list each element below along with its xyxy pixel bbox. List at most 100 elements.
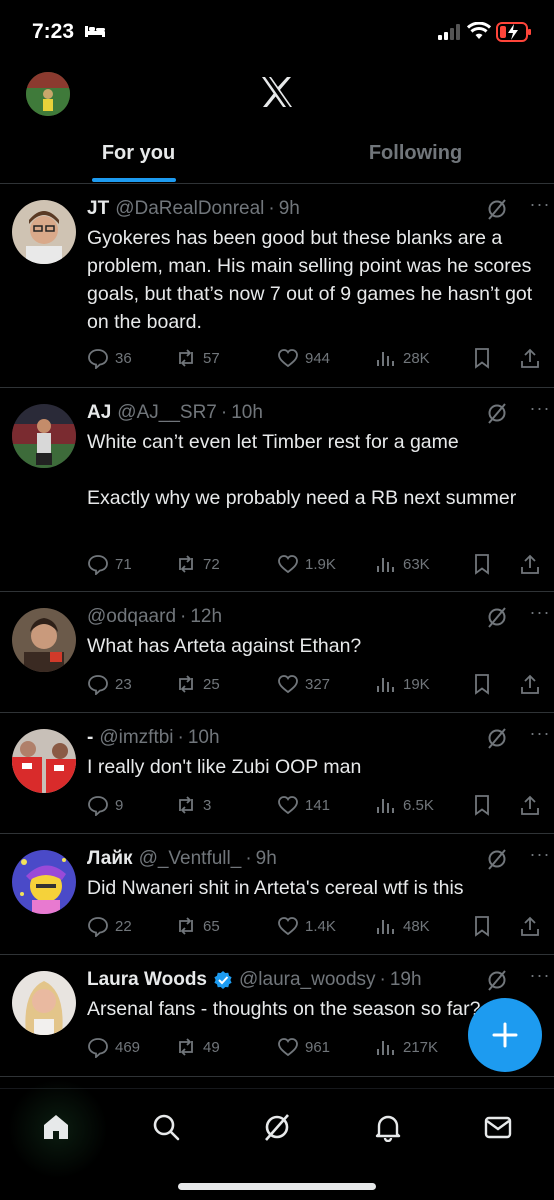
tweet-author-handle[interactable]: @AJ__SR7 bbox=[117, 402, 217, 424]
battery-charging-icon bbox=[496, 22, 531, 42]
views-button[interactable]: 28K bbox=[375, 344, 430, 372]
share-button[interactable] bbox=[519, 344, 541, 372]
tweet-time[interactable]: 10h bbox=[231, 402, 263, 424]
tweet-avatar[interactable] bbox=[12, 608, 76, 672]
tweet-avatar[interactable] bbox=[12, 404, 76, 468]
views-button[interactable]: 6.5K bbox=[375, 791, 434, 819]
tweet-author-handle[interactable]: @laura_woodsy bbox=[239, 969, 376, 991]
tweet-author-name[interactable]: AJ bbox=[87, 402, 111, 424]
tweet-author-handle[interactable]: @imzftbi bbox=[99, 727, 173, 749]
compose-post-button[interactable] bbox=[468, 998, 542, 1072]
tweet[interactable]: Laura Woods @laura_woodsy · 19h Arsenal … bbox=[0, 955, 554, 1077]
grok-icon[interactable] bbox=[486, 402, 508, 424]
tweet-avatar[interactable] bbox=[12, 971, 76, 1035]
separator-dot: · bbox=[177, 727, 184, 748]
tab-for-you[interactable]: For you bbox=[0, 128, 277, 184]
views-button[interactable]: 63K bbox=[375, 550, 430, 578]
nav-home[interactable] bbox=[36, 1107, 76, 1147]
views-button[interactable]: 217K bbox=[375, 1033, 438, 1061]
like-button[interactable]: 961 bbox=[277, 1033, 330, 1061]
tweet-author-name[interactable]: - bbox=[87, 727, 93, 749]
grok-icon[interactable] bbox=[486, 198, 508, 220]
nav-messages[interactable] bbox=[478, 1107, 518, 1147]
share-button[interactable] bbox=[519, 670, 541, 698]
share-button[interactable] bbox=[519, 550, 541, 578]
bookmark-icon bbox=[475, 554, 489, 575]
share-icon bbox=[521, 554, 539, 574]
repost-icon bbox=[179, 917, 193, 935]
tweet-time[interactable]: 19h bbox=[390, 969, 422, 991]
share-button[interactable] bbox=[519, 791, 541, 819]
more-options-icon[interactable]: ··· bbox=[526, 965, 554, 987]
like-button[interactable]: 327 bbox=[277, 670, 330, 698]
repost-button[interactable]: 65 bbox=[175, 912, 220, 940]
repost-button[interactable]: 3 bbox=[175, 791, 211, 819]
bookmark-button[interactable] bbox=[471, 791, 493, 819]
repost-button[interactable]: 49 bbox=[175, 1033, 220, 1061]
tweet-time[interactable]: 9h bbox=[279, 198, 300, 220]
tweet-author-name[interactable]: Лайк bbox=[87, 848, 133, 870]
reply-button[interactable]: 9 bbox=[87, 791, 123, 819]
tweet[interactable]: JT @DaRealDonreal · 9h Gyokeres has been… bbox=[0, 184, 554, 388]
more-options-icon[interactable]: ··· bbox=[526, 398, 554, 420]
tweet-time[interactable]: 12h bbox=[190, 606, 222, 628]
more-options-icon[interactable]: ··· bbox=[526, 194, 554, 216]
bookmark-button[interactable] bbox=[471, 670, 493, 698]
nav-search[interactable] bbox=[146, 1107, 186, 1147]
bookmark-button[interactable] bbox=[471, 912, 493, 940]
separator-dot: · bbox=[220, 402, 228, 423]
tweet[interactable]: AJ @AJ__SR7 · 10h White can’t even let T… bbox=[0, 388, 554, 592]
tweet-author-name[interactable]: JT bbox=[87, 198, 109, 220]
grok-icon[interactable] bbox=[486, 969, 508, 991]
heart-icon bbox=[278, 917, 298, 936]
tweet-actions: 23 25 327 19K bbox=[87, 670, 544, 698]
tweet-time[interactable]: 10h bbox=[188, 727, 220, 749]
tweet[interactable]: @odqaard · 12h What has Arteta against E… bbox=[0, 592, 554, 713]
x-logo-icon[interactable] bbox=[260, 76, 294, 108]
nav-grok[interactable] bbox=[257, 1107, 297, 1147]
repost-button[interactable]: 25 bbox=[175, 670, 220, 698]
views-button[interactable]: 48K bbox=[375, 912, 430, 940]
bookmark-button[interactable] bbox=[471, 344, 493, 372]
more-options-icon[interactable]: ··· bbox=[526, 723, 554, 745]
tweet-author-handle[interactable]: @_Ventfull_ bbox=[139, 848, 242, 870]
like-count: 1.4K bbox=[305, 917, 336, 935]
grok-icon[interactable] bbox=[486, 848, 508, 870]
nav-notifications[interactable] bbox=[368, 1107, 408, 1147]
repost-button[interactable]: 72 bbox=[175, 550, 220, 578]
like-button[interactable]: 944 bbox=[277, 344, 330, 372]
grok-icon[interactable] bbox=[486, 606, 508, 628]
like-button[interactable]: 141 bbox=[277, 791, 330, 819]
separator-dot: · bbox=[268, 198, 275, 219]
repost-button[interactable]: 57 bbox=[175, 344, 220, 372]
bookmark-button[interactable] bbox=[471, 550, 493, 578]
grok-icon[interactable] bbox=[486, 727, 508, 749]
reply-count: 23 bbox=[115, 675, 132, 693]
tab-following[interactable]: Following bbox=[277, 128, 554, 184]
tweet-time[interactable]: 9h bbox=[256, 848, 277, 870]
reply-button[interactable]: 23 bbox=[87, 670, 132, 698]
reply-count: 22 bbox=[115, 917, 132, 935]
reply-button[interactable]: 469 bbox=[87, 1033, 140, 1061]
more-options-icon[interactable]: ··· bbox=[526, 844, 554, 866]
view-count: 217K bbox=[403, 1038, 439, 1056]
tweet-author-handle[interactable]: @odqaard bbox=[87, 606, 176, 628]
profile-avatar[interactable] bbox=[26, 72, 70, 116]
tweet[interactable]: Лайк @_Ventfull_ · 9h Did Nwaneri shit i… bbox=[0, 834, 554, 955]
tweet-avatar[interactable] bbox=[12, 850, 76, 914]
reply-button[interactable]: 36 bbox=[87, 344, 132, 372]
share-button[interactable] bbox=[519, 912, 541, 940]
tweet-avatar[interactable] bbox=[12, 729, 76, 793]
like-button[interactable]: 1.4K bbox=[277, 912, 336, 940]
notifications-icon bbox=[375, 1115, 401, 1142]
views-button[interactable]: 19K bbox=[375, 670, 430, 698]
top-header: For you Following bbox=[0, 66, 554, 184]
tweet-avatar[interactable] bbox=[12, 200, 76, 264]
like-button[interactable]: 1.9K bbox=[277, 550, 336, 578]
tweet-author-name[interactable]: Laura Woods bbox=[87, 969, 207, 991]
reply-button[interactable]: 71 bbox=[87, 550, 132, 578]
tweet-author-handle[interactable]: @DaRealDonreal bbox=[115, 198, 264, 220]
tweet[interactable]: - @imzftbi · 10h I really don't like Zub… bbox=[0, 713, 554, 834]
more-options-icon[interactable]: ··· bbox=[526, 602, 554, 624]
reply-button[interactable]: 22 bbox=[87, 912, 132, 940]
